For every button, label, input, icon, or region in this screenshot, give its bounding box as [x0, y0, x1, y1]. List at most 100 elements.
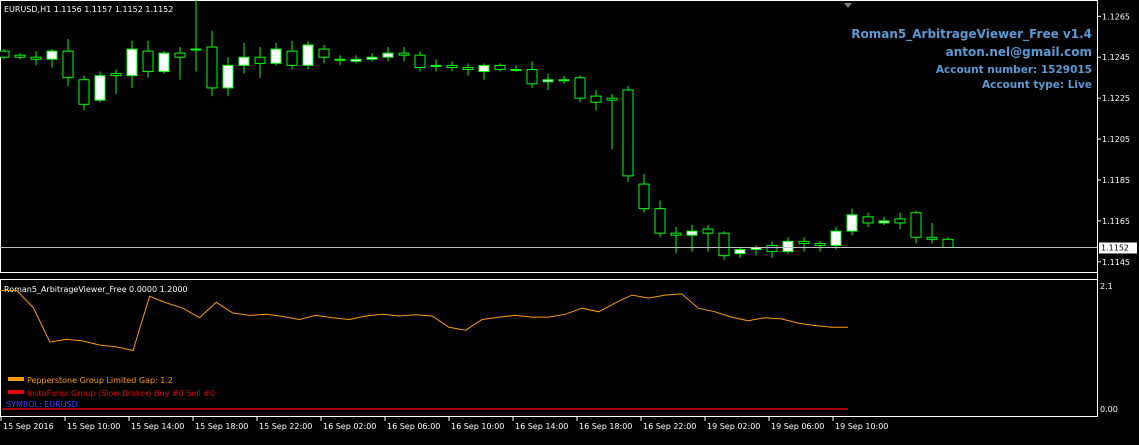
candle [94, 71, 106, 103]
candle [862, 212, 874, 228]
candle-body [590, 95, 602, 103]
time-tick-label: 16 Sep 02:00 [323, 422, 376, 431]
info-account-type: Account type: Live [981, 79, 1092, 91]
info-title: Roman5_ArbitrageViewer_Free v1.4 [851, 27, 1092, 41]
candle-body [62, 50, 74, 79]
candlestick-series [0, 0, 954, 260]
candle-body [734, 249, 746, 255]
candle-body [222, 64, 234, 89]
candle-body [510, 69, 522, 72]
candle-body [286, 50, 298, 66]
candle-body [862, 216, 874, 224]
candle [638, 173, 650, 213]
main-chart-frame [0, 0, 1098, 273]
candle [286, 40, 298, 70]
legend-swatch-pepperstone [8, 377, 24, 381]
candle-body [702, 228, 714, 234]
candle-body [830, 230, 842, 246]
candle-body [894, 218, 906, 224]
candle [430, 59, 442, 72]
candle-body [126, 48, 138, 77]
candle [238, 42, 250, 74]
candle [814, 241, 826, 252]
candle [0, 49, 10, 60]
candle-body [670, 232, 682, 236]
symbol-label: SYMBOL: EURUSD [6, 400, 78, 409]
candle [462, 63, 474, 76]
candle-body [174, 52, 186, 58]
candle-body [654, 208, 666, 234]
trading-terminal: 1.1265 1.1245 1.1225 1.1205 1.1185 1.1165 1.11… [0, 0, 1139, 441]
candle-body [926, 236, 938, 240]
candle-body [46, 50, 58, 60]
candle-body [622, 89, 634, 177]
price-tick-label: 1.1205 [1102, 135, 1130, 144]
candle [846, 208, 858, 236]
candle [910, 210, 922, 244]
indicator-header: Roman5_ArbitrageViewer_Free 0.0000 1.200… [4, 285, 188, 294]
candle [510, 65, 522, 72]
candle-body [766, 244, 778, 253]
time-axis: 15 Sep 2016 15 Sep 10:00 15 Sep 14:00 15 Se… [0, 417, 888, 431]
time-tick-label: 19 Sep 10:00 [835, 422, 888, 431]
price-tick-label: 1.1165 [1102, 217, 1130, 226]
candle [622, 85, 634, 183]
candle [222, 57, 234, 97]
price-tick-label: 1.1245 [1102, 53, 1130, 62]
candle-body [190, 48, 202, 51]
price-tick-label: 1.1185 [1102, 176, 1130, 185]
legend-swatch-instaforex [8, 390, 24, 394]
candle [270, 42, 282, 66]
candle-body [238, 56, 250, 66]
candle [126, 40, 138, 88]
candle [782, 237, 794, 254]
time-tick-label: 19 Sep 02:00 [707, 422, 760, 431]
candle [478, 63, 490, 80]
candle [142, 40, 154, 78]
candle-body [398, 52, 410, 56]
candle [590, 89, 602, 111]
candle [494, 63, 506, 72]
candle [350, 55, 362, 64]
candle-body [558, 79, 570, 82]
candle-body [942, 238, 954, 248]
candle [30, 51, 42, 66]
candle [734, 247, 746, 258]
candle [254, 47, 266, 78]
info-email: anton.nel@gmail.com [945, 45, 1092, 59]
candle-body [462, 66, 474, 71]
candle [174, 47, 186, 80]
time-tick-label: 19 Sep 06:00 [771, 422, 824, 431]
indicator-line-pepperstone [0, 289, 848, 352]
candle [414, 51, 426, 72]
candle-body [382, 52, 394, 58]
chart-shift-marker[interactable] [844, 3, 852, 8]
candle [542, 73, 554, 90]
time-tick-label: 15 Sep 18:00 [195, 422, 248, 431]
candle [110, 69, 122, 95]
candle [574, 75, 586, 103]
indicator-y-top: 2.1 [1100, 282, 1113, 291]
candle-body [110, 73, 122, 77]
time-tick-label: 15 Sep 22:00 [259, 422, 312, 431]
candle-body [638, 183, 650, 210]
candle-body [686, 230, 698, 236]
candle-body [30, 56, 42, 60]
price-tick-label: 1.1145 [1102, 258, 1130, 267]
candle [766, 241, 778, 258]
candle [46, 49, 58, 68]
candle [78, 75, 90, 111]
time-tick-label: 15 Sep 10:00 [67, 422, 120, 431]
candle-body [814, 242, 826, 246]
candle [302, 40, 314, 70]
candle-body [78, 79, 90, 105]
candle [206, 30, 218, 97]
candle-body [846, 214, 858, 232]
candle-body [350, 58, 362, 62]
candle-body [94, 75, 106, 101]
candle-body [910, 212, 922, 238]
candle [654, 200, 666, 238]
candle [334, 55, 346, 66]
candle-body [14, 54, 26, 58]
candle-body [414, 54, 426, 68]
